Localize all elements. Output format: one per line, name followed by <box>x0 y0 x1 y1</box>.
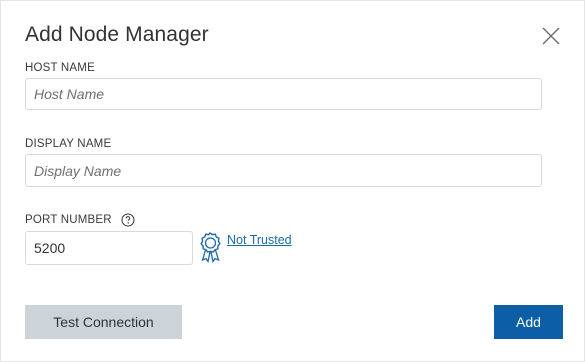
port-number-label: PORT NUMBER <box>25 214 112 226</box>
add-button[interactable]: Add <box>494 305 563 339</box>
port-number-input[interactable] <box>25 231 193 265</box>
close-icon[interactable] <box>539 24 563 48</box>
host-name-input[interactable] <box>25 78 542 110</box>
display-name-input[interactable] <box>25 154 542 187</box>
host-name-label: HOST NAME <box>25 62 95 74</box>
not-trusted-link[interactable]: Not Trusted <box>227 233 292 247</box>
dialog-title: Add Node Manager <box>25 23 209 46</box>
add-node-manager-dialog: Add Node Manager HOST NAME DISPLAY NAME … <box>0 0 585 362</box>
question-circle-icon[interactable] <box>121 213 135 227</box>
ribbon-badge-icon <box>200 232 221 263</box>
test-connection-button[interactable]: Test Connection <box>25 305 182 339</box>
display-name-label: DISPLAY NAME <box>25 138 112 150</box>
